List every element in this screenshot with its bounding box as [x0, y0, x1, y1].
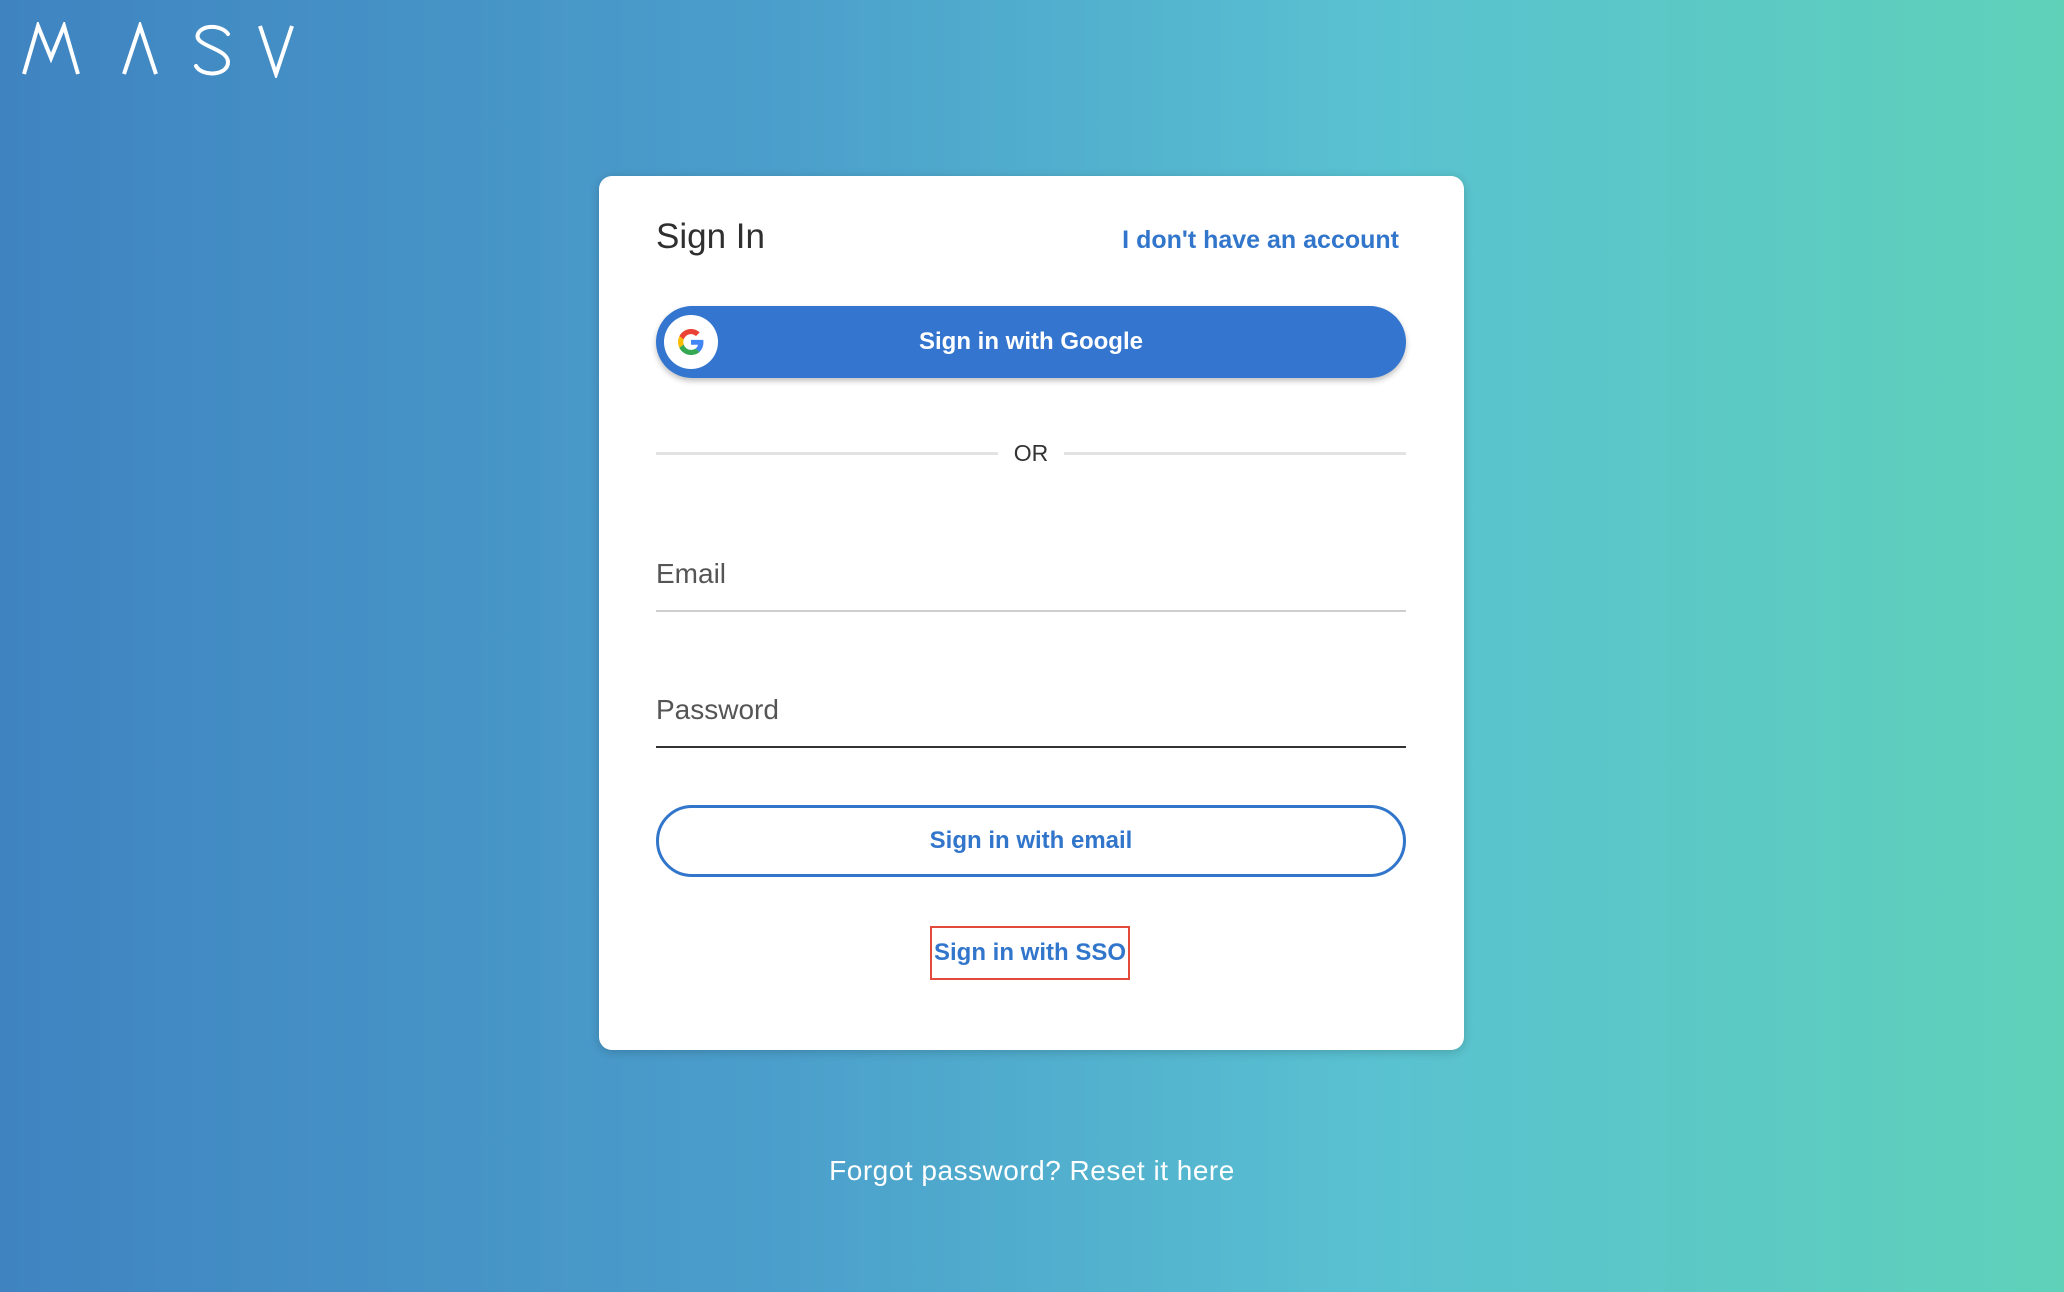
- or-divider: OR: [656, 438, 1406, 468]
- page-title: Sign In: [656, 217, 765, 256]
- create-account-link[interactable]: I don't have an account: [1122, 228, 1399, 253]
- google-sign-in-label: Sign in with Google: [919, 328, 1143, 355]
- sign-in-card: Sign In I don't have an account Sign in …: [599, 176, 1464, 1050]
- email-field-container: [656, 538, 1406, 612]
- divider-line: [1064, 452, 1406, 455]
- email-sign-in-button[interactable]: Sign in with email: [656, 805, 1406, 877]
- google-sign-in-button[interactable]: Sign in with Google: [656, 306, 1406, 378]
- password-field-container: [656, 674, 1406, 748]
- password-field[interactable]: [656, 674, 1406, 746]
- masv-logo: [22, 22, 298, 78]
- sso-sign-in-link[interactable]: Sign in with SSO: [930, 926, 1130, 980]
- email-field[interactable]: [656, 538, 1406, 610]
- forgot-password-link[interactable]: Forgot password? Reset it here: [0, 1157, 2064, 1185]
